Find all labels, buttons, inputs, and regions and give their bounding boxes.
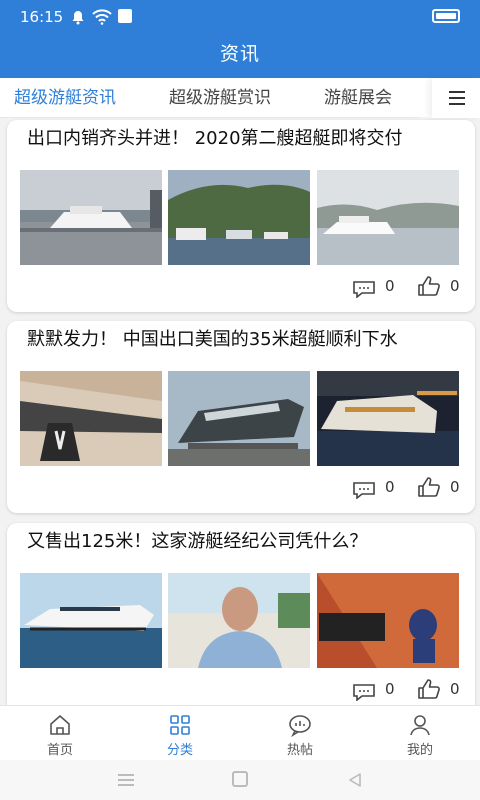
- thumbs-up-icon[interactable]: [417, 476, 441, 498]
- comment-icon[interactable]: [353, 280, 375, 298]
- nav-label: 我的: [406, 743, 433, 758]
- nav-categories[interactable]: 分类: [120, 706, 240, 761]
- article-card[interactable]: 默默发力！ 中国出口美国的35米超艇顺利下水 0 0: [7, 321, 475, 513]
- nav-label: 首页: [46, 743, 73, 758]
- article-title[interactable]: 默默发力！ 中国出口美国的35米超艇顺利下水: [27, 329, 457, 350]
- comment-icon[interactable]: [353, 481, 375, 499]
- battery-icon: [432, 9, 460, 23]
- system-navigation-bar: [0, 760, 480, 800]
- article-image[interactable]: [317, 573, 459, 668]
- tab-yacht-appreciation[interactable]: 超级游艇赏识: [169, 78, 271, 118]
- notification-icon: [72, 11, 84, 25]
- chat-bubble-icon: [289, 715, 311, 737]
- grid-icon: [170, 715, 190, 735]
- article-image[interactable]: [20, 371, 162, 466]
- tab-fade: [412, 78, 434, 118]
- home-button[interactable]: [232, 771, 248, 787]
- article-image[interactable]: [20, 573, 162, 668]
- like-count: 0: [450, 478, 460, 496]
- nav-label: 分类: [166, 743, 193, 758]
- article-image[interactable]: [168, 170, 310, 265]
- article-title[interactable]: 出口内销齐头并进！ 2020第二艘超艇即将交付: [27, 128, 457, 149]
- tab-yacht-news[interactable]: 超级游艇资讯: [14, 78, 116, 118]
- status-bar: 16:15: [0, 0, 480, 34]
- article-image[interactable]: [317, 371, 459, 466]
- nav-profile[interactable]: 我的: [360, 706, 480, 761]
- article-image[interactable]: [317, 170, 459, 265]
- comment-count: 0: [385, 277, 395, 295]
- nav-hot-posts[interactable]: 热帖: [240, 706, 360, 761]
- home-icon: [50, 715, 70, 735]
- like-count: 0: [450, 680, 460, 698]
- user-icon: [410, 715, 430, 736]
- sim-icon: [118, 9, 132, 23]
- comment-icon[interactable]: [353, 683, 375, 701]
- tab-menu-button[interactable]: [432, 78, 480, 118]
- article-image[interactable]: [20, 170, 162, 265]
- page-title: 资讯: [219, 43, 260, 65]
- app-bar: 资讯: [0, 34, 480, 78]
- nav-home[interactable]: 首页: [0, 706, 120, 761]
- tab-yacht-shows[interactable]: 游艇展会: [324, 78, 392, 118]
- article-card[interactable]: 又售出125米！这家游艇经纪公司凭什么？ 0 0: [7, 523, 475, 705]
- status-time: 16:15: [20, 8, 64, 26]
- thumbs-up-icon[interactable]: [417, 678, 441, 700]
- comment-count: 0: [385, 478, 395, 496]
- like-count: 0: [450, 277, 460, 295]
- article-card[interactable]: 出口内销齐头并进！ 2020第二艘超艇即将交付 0 0: [7, 120, 475, 312]
- article-title[interactable]: 又售出125米！这家游艇经纪公司凭什么？: [27, 531, 457, 552]
- nav-label: 热帖: [286, 743, 313, 758]
- article-image[interactable]: [168, 371, 310, 466]
- comment-count: 0: [385, 680, 395, 698]
- category-tabs: 超级游艇资讯 超级游艇赏识 游艇展会: [0, 78, 480, 118]
- thumbs-up-icon[interactable]: [417, 275, 441, 297]
- article-feed[interactable]: 出口内销齐头并进！ 2020第二艘超艇即将交付 0 0 默默发力！ 中国出口美国…: [0, 118, 480, 705]
- back-button[interactable]: [347, 772, 363, 788]
- article-image[interactable]: [168, 573, 310, 668]
- bottom-navigation: 首页 分类 热帖 我的: [0, 705, 480, 760]
- recent-apps-button[interactable]: [118, 774, 134, 786]
- wifi-icon: [92, 9, 112, 25]
